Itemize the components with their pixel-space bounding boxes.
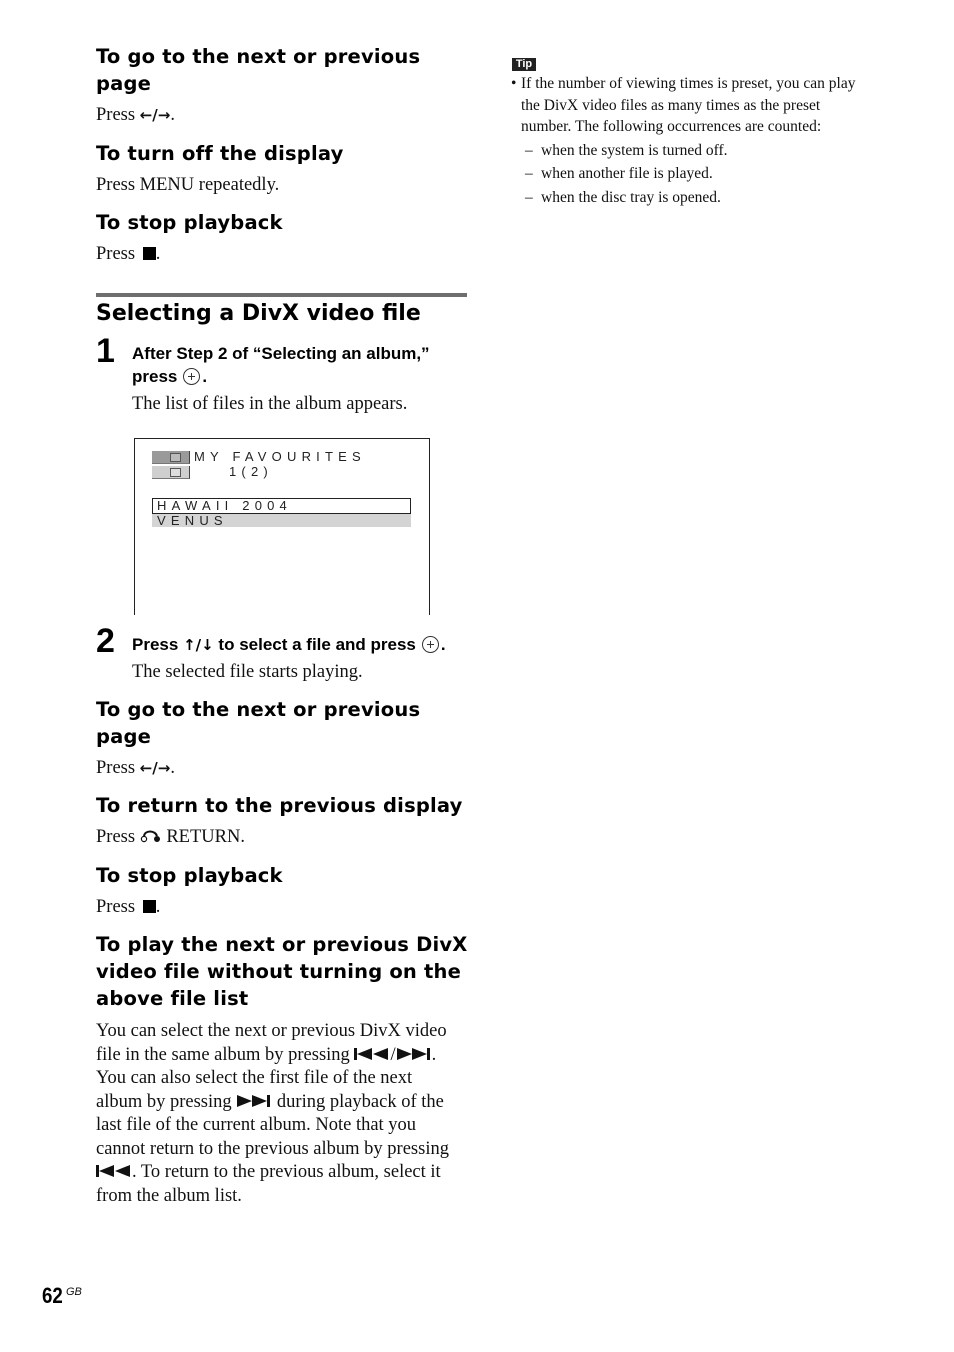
tip-bullet-item: • If the number of viewing times is pres… <box>511 73 901 138</box>
next-track-icon <box>237 1094 271 1107</box>
enter-button-icon <box>183 368 201 385</box>
heading-line: To play the next or previous DivX <box>96 933 468 956</box>
period: . <box>431 1044 437 1065</box>
press-label: press <box>132 367 178 386</box>
heading-line: video file without turning on the <box>96 960 462 983</box>
para-text: . To return to the previous album, selec… <box>132 1162 441 1182</box>
dash-icon: – <box>525 141 533 159</box>
heading-line: above file list <box>96 987 249 1010</box>
para-line: file in the same album by pressing / . <box>96 1044 476 1068</box>
para-line: last file of the current album. Note tha… <box>96 1115 417 1135</box>
instruction-next-prev-page-top: Press ←/→. <box>96 104 175 128</box>
press-label: Press <box>96 244 136 264</box>
return-icon <box>140 830 160 843</box>
enter-button-icon <box>421 636 439 653</box>
period: . <box>155 244 161 264</box>
album-glyph-icon <box>170 453 181 462</box>
heading-line: page <box>96 725 152 748</box>
page-number-suffix: GB <box>66 1286 82 1298</box>
tip-line: If the number of viewing times is preset… <box>521 75 856 92</box>
left-right-arrow-icon: ←/→ <box>139 759 171 777</box>
para-line: You can select the next or previous DivX… <box>96 1021 447 1041</box>
osd-file-name: HAWAII 2004 <box>157 498 292 513</box>
heading-stop-playback-top: To stop playback <box>96 211 283 234</box>
press-label: Press <box>96 827 136 847</box>
osd-page-indicator: 1(2) <box>229 464 273 479</box>
instruction-turn-off-display: Press MENU repeatedly. <box>96 175 280 195</box>
tip-sub-text: when the system is turned off. <box>541 141 728 159</box>
step-2-instruction: Press ↑/↓ to select a file and press. <box>132 633 446 657</box>
stop-icon <box>142 900 156 913</box>
step-1-instruction: After Step 2 of “Selecting an album,” pr… <box>132 342 430 388</box>
step-2-result: The selected file starts playing. <box>132 662 363 682</box>
press-label: Press <box>132 635 179 654</box>
tip-line: number. The following occurrences are co… <box>521 118 822 135</box>
bullet-icon: • <box>511 75 517 92</box>
section-rule <box>96 293 467 297</box>
return-label: RETURN. <box>166 827 245 847</box>
page-number: 62 <box>42 1283 63 1308</box>
press-label: Press <box>96 897 136 917</box>
period: . <box>155 897 161 917</box>
dash-icon: – <box>525 188 533 206</box>
osd-album-title: MY FAVOURITES <box>194 449 366 464</box>
dash-icon: – <box>525 165 533 182</box>
section-title: Selecting a DivX video file <box>96 301 421 326</box>
heading-next-prev-page-bottom: To go to the next or previous page <box>96 696 420 750</box>
stop-icon <box>142 247 156 260</box>
heading-line: To go to the next or previous <box>96 45 421 68</box>
heading-play-next-prev: To play the next or previous DivX video … <box>96 931 468 1012</box>
period: . <box>170 105 175 125</box>
period: . <box>440 635 446 654</box>
para-text: file in the same album by pressing <box>96 1044 350 1065</box>
heading-stop-playback-bottom: To stop playback <box>96 864 283 887</box>
instruction-stop-playback-top: Press . <box>96 243 160 267</box>
heading-line: page <box>96 72 152 95</box>
press-label: Press <box>96 105 136 125</box>
left-right-arrow-icon: ←/→ <box>139 106 171 124</box>
heading-return-display: To return to the previous display <box>96 794 463 817</box>
album-icon <box>152 451 190 464</box>
instruction-stop-playback-bottom: Press . <box>96 896 160 920</box>
heading-turn-off-display: To turn off the display <box>96 142 344 165</box>
play-next-prev-paragraph: You can select the next or previous DivX… <box>96 1020 476 1208</box>
heading-next-prev-page-top: To go to the next or previous page <box>96 43 420 97</box>
tip-sub-item: – when the disc tray is opened. <box>511 187 901 209</box>
instruction-next-prev-page-bottom: Press ←/→. <box>96 757 175 781</box>
tip-content: • If the number of viewing times is pres… <box>511 73 901 208</box>
step-line: press. <box>132 365 430 388</box>
para-text: album by pressing <box>96 1091 232 1112</box>
para-line: . To return to the previous album, selec… <box>96 1161 476 1185</box>
heading-line: To go to the next or previous <box>96 698 421 721</box>
step-1-result: The list of files in the album appears. <box>132 394 408 414</box>
press-label: Press <box>96 758 136 778</box>
osd-file-name: VENUS <box>157 513 228 528</box>
tip-sub-text: when another file is played. <box>541 165 713 182</box>
previous-track-icon <box>354 1047 389 1060</box>
period: . <box>202 367 208 386</box>
tip-badge: Tip <box>512 58 536 71</box>
file-glyph-icon <box>170 468 181 477</box>
para-line: cannot return to the previous album by p… <box>96 1138 449 1159</box>
tip-line: the DivX video files as many times as th… <box>521 96 821 114</box>
step-line: After Step 2 of “Selecting an album,” <box>132 344 430 363</box>
tip-sub-item: – when the system is turned off. <box>511 140 901 162</box>
step-number-1: 1 <box>96 332 115 370</box>
next-track-icon <box>396 1047 430 1060</box>
instruction-return-display: Press RETURN. <box>96 826 245 850</box>
para-line: You can also select the first file of th… <box>96 1068 413 1088</box>
tip-sub-item: – when another file is played. <box>511 163 901 185</box>
previous-track-icon <box>96 1165 130 1177</box>
up-down-arrow-icon: ↑/↓ <box>183 636 214 654</box>
period: . <box>170 758 175 778</box>
para-text: during playback of the <box>276 1091 444 1112</box>
step-text: to select a file and press <box>218 635 416 654</box>
file-icon <box>152 466 190 479</box>
para-line: from the album list. <box>96 1185 242 1206</box>
tip-sub-text: when the disc tray is opened. <box>541 188 721 206</box>
step-number-2: 2 <box>96 622 115 660</box>
para-line: album by pressing during playback of the <box>96 1091 476 1115</box>
